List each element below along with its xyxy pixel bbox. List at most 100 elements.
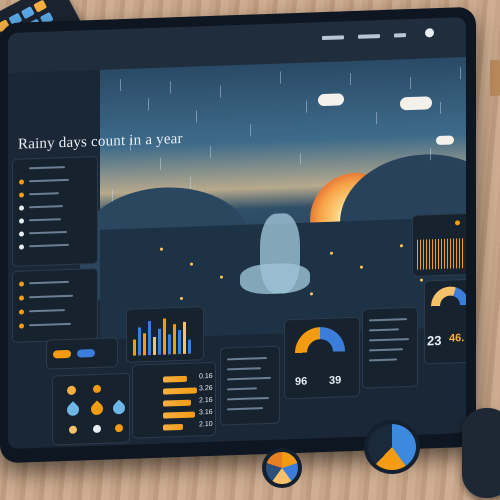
ranking-value: 3.16 [199,408,213,417]
river [240,262,310,295]
histogram-bar [158,328,161,355]
histogram-bar [163,318,166,355]
filter-item[interactable] [29,309,65,313]
station-line [369,358,397,362]
rain-streak [306,100,307,113]
calc-key [33,0,48,13]
rain-landscape-illustration [80,56,466,340]
menu-item[interactable] [29,166,65,170]
rain-streak [120,79,121,92]
detail-line [227,387,257,391]
rain-streak [170,81,171,94]
menu-item[interactable] [29,218,61,222]
ranking-value: 2.16 [199,396,213,405]
summary-value-right: 46. [449,332,465,345]
wood-block [490,60,500,96]
detail-line [227,356,267,361]
rain-streak [376,112,377,125]
rain-streak [210,145,211,158]
sun-icon [93,384,101,394]
menu-item[interactable] [29,178,69,183]
menu-bullet-icon [19,205,24,211]
menu-bullet-icon [19,179,24,185]
gauge-panel: 96 39 [284,316,360,400]
ranking-value: 3.26 [199,384,213,393]
top-nav-item[interactable] [358,34,380,39]
rain-streak [220,85,221,98]
user-icon[interactable] [425,28,434,38]
menu-bullet-icon [19,244,24,250]
menu-bullet-icon [19,218,24,224]
filter-bullet-icon [19,281,24,287]
menu-bullet-icon [19,231,24,237]
filter-bullet-icon [19,323,24,329]
dashboard-screen: Rainy days count in a year 0.16 3.26 2.1… [8,17,466,450]
rain-streak [430,148,431,161]
cloud-icon [318,93,344,107]
rainfall-spectrum-chart [412,212,466,277]
histogram-bar [148,321,151,356]
rain-streak [190,176,191,189]
rain-streak [300,152,301,165]
rain-streak [410,76,411,89]
ranking-value: 0.16 [199,372,213,381]
toggle-switch[interactable] [77,348,95,358]
menu-item[interactable] [29,192,59,196]
tablet-device: Rainy days count in a year 0.16 3.26 2.1… [0,6,476,464]
detail-line [227,367,261,371]
station-list-panel [362,306,418,389]
ranking-bar [163,399,191,407]
computer-mouse [462,408,500,498]
gauge-value-right: 39 [329,374,342,387]
raindrop-icon [110,399,128,417]
menu-item[interactable] [29,243,69,248]
weather-icon [93,424,101,434]
histogram-bar [133,339,136,356]
station-line [369,328,399,332]
filter-bullet-icon [19,295,24,301]
toggle-panel [46,337,118,370]
sun-icon [67,385,76,395]
status-dot [455,220,460,226]
histogram-bar [138,327,141,356]
filter-item[interactable] [29,280,69,285]
cloud-icon [436,135,454,146]
summary-panel: 23 46. [424,278,466,365]
rain-streak [460,67,461,80]
menu-item[interactable] [29,230,67,235]
gauge-value-left: 96 [295,375,308,389]
calc-key [20,6,35,20]
top-nav-item[interactable] [322,35,344,41]
ranking-value: 2.10 [199,420,213,429]
histogram-bar [153,336,156,355]
ranking-bar [163,423,183,431]
spectrum-bars [417,238,465,270]
histogram-bar [143,333,146,356]
histogram-bar [168,334,171,355]
raindrop-icon [88,400,106,418]
menu-bullet-icon [19,192,24,198]
filter-panel [12,267,98,343]
menu-item[interactable] [29,205,63,209]
details-list-panel [220,345,280,426]
rain-streak [350,73,351,86]
rain-streak [148,98,149,111]
ranking-bar [163,387,197,395]
histogram-bar [173,324,176,355]
ranking-bar [163,411,195,419]
top-nav-item[interactable] [394,33,406,38]
summary-value-left: 23 [427,332,442,349]
rain-streak [440,101,441,114]
station-line [369,348,403,352]
rain-streak [280,71,281,84]
histogram-bar [183,321,186,354]
filter-item[interactable] [29,294,73,299]
toggle-switch[interactable] [53,349,71,359]
filter-item[interactable] [29,322,71,327]
detail-line [227,376,271,381]
histogram-bar [178,329,181,355]
detail-line [227,396,269,401]
rain-streak [196,110,197,123]
filter-bullet-icon [19,309,24,315]
histogram-bar [188,339,191,354]
